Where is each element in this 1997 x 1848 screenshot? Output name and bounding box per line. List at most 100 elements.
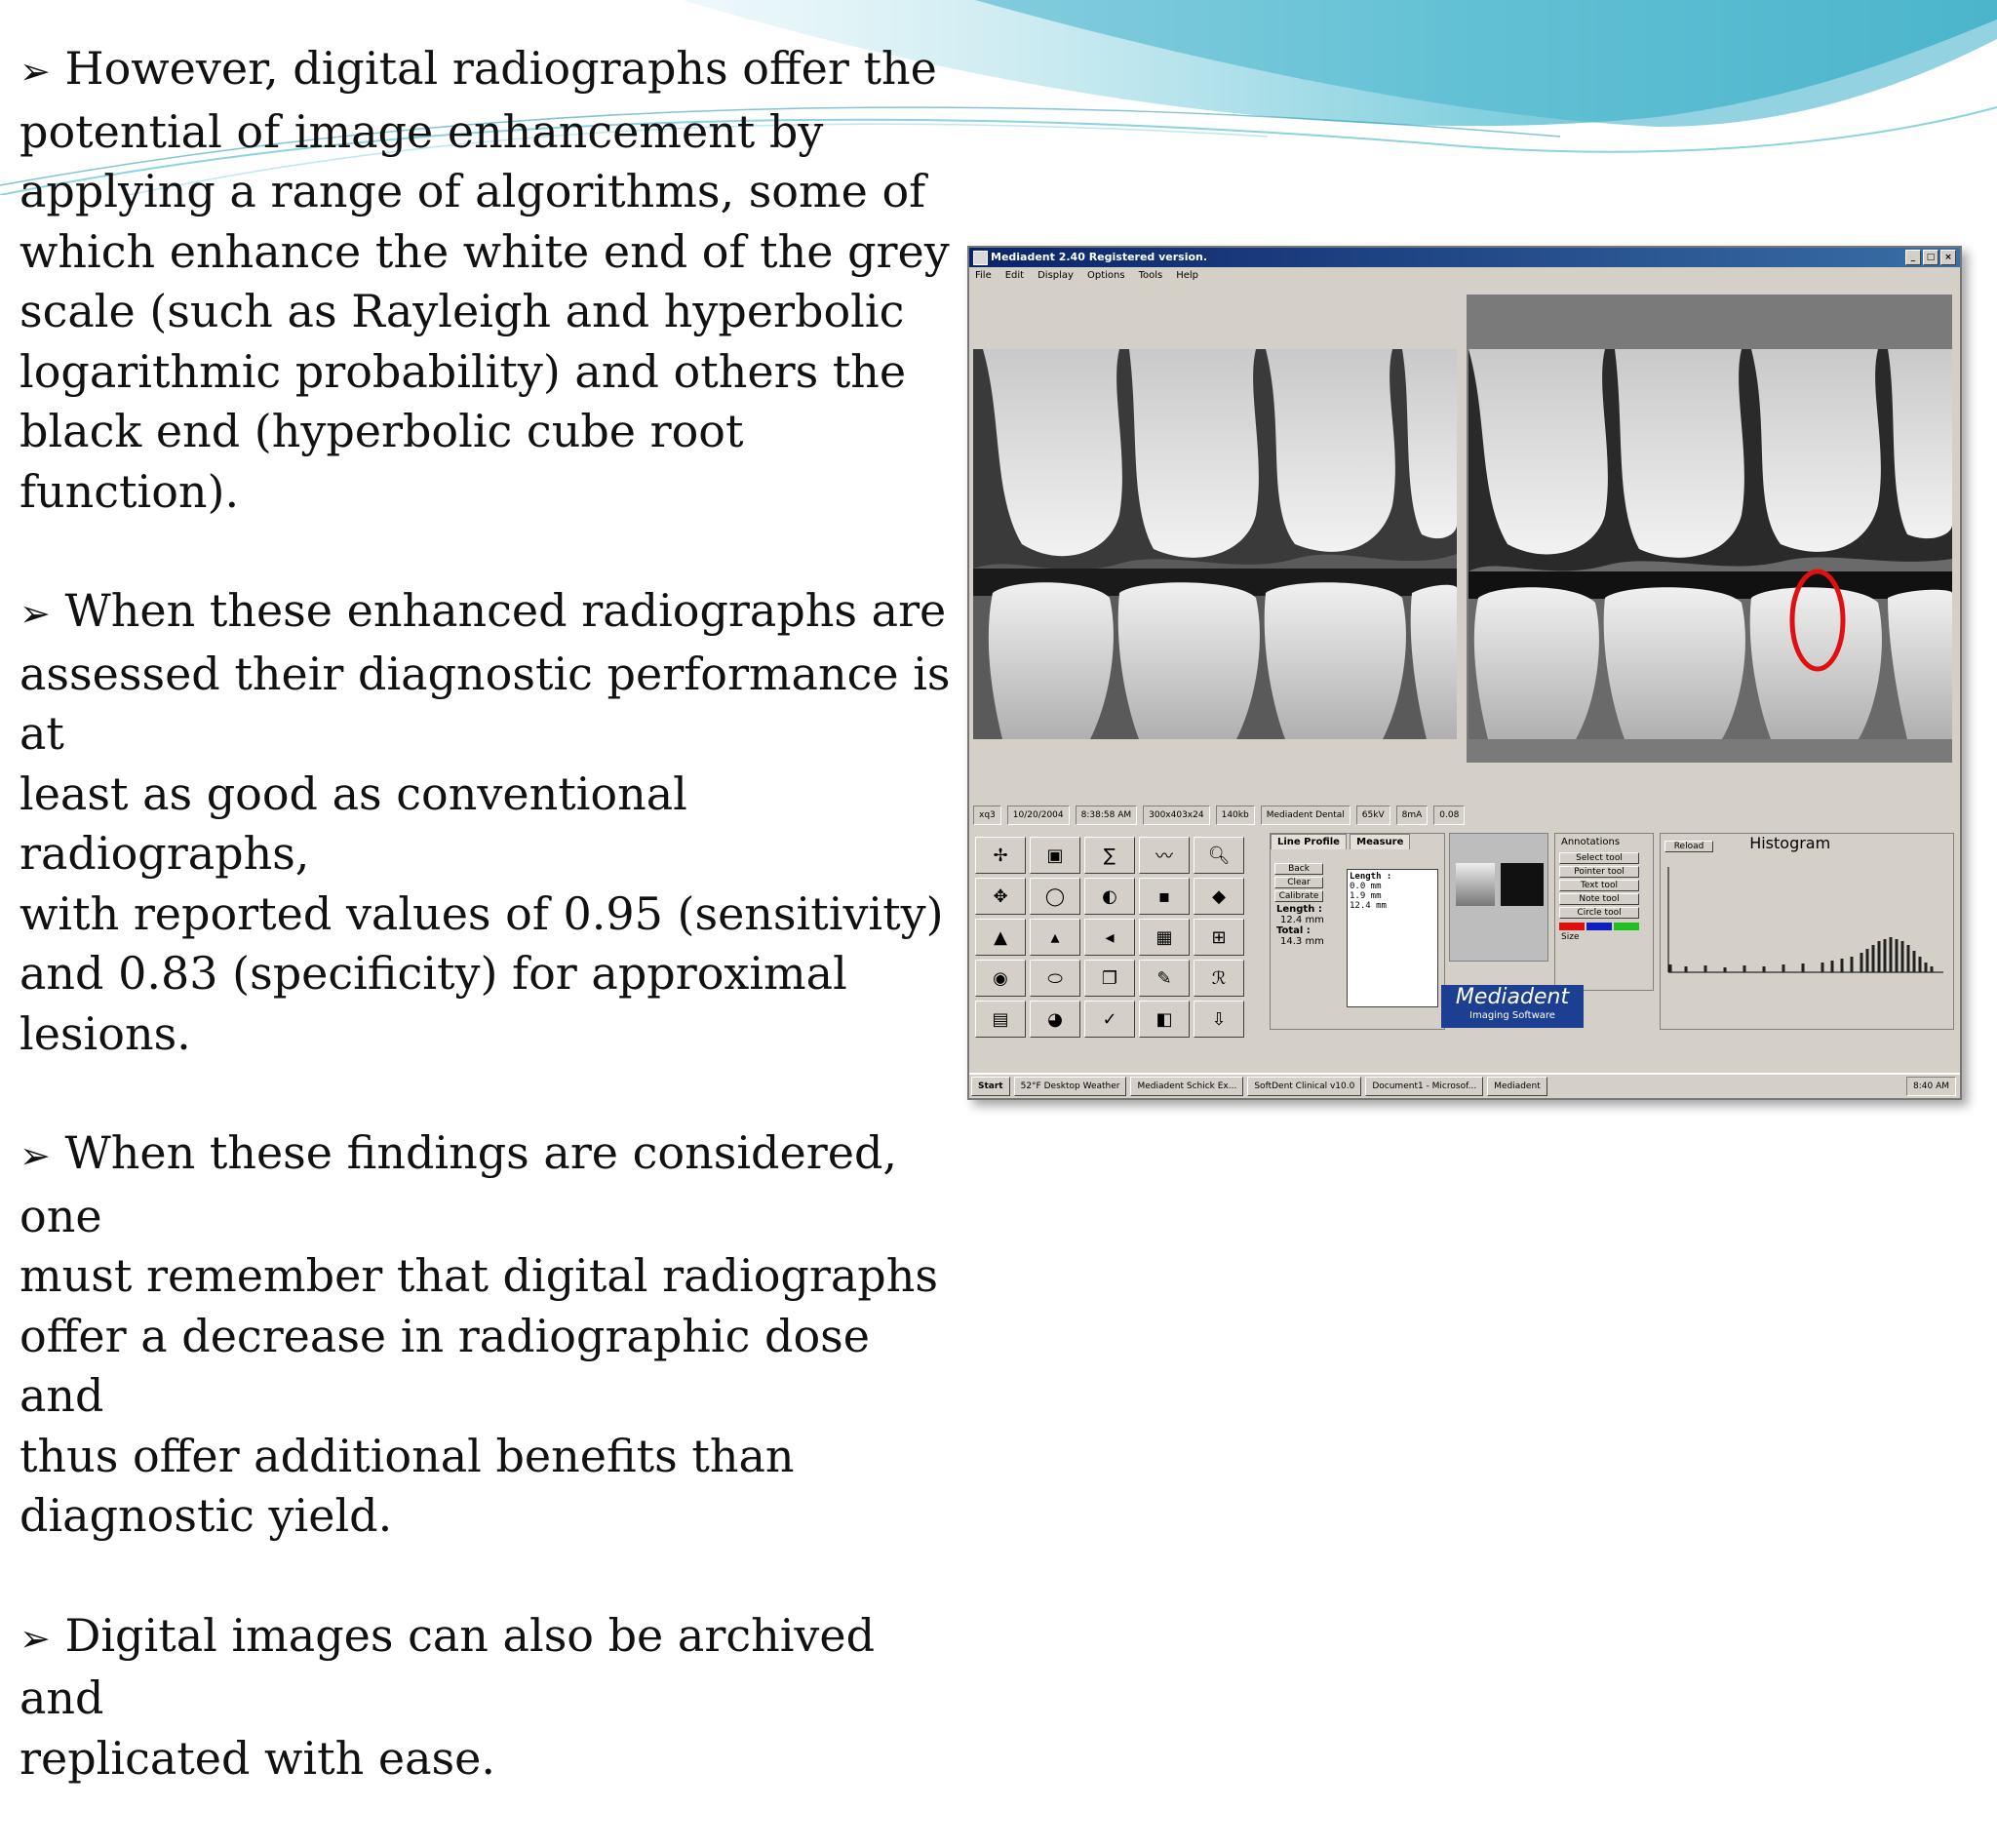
tool-icon[interactable]: ℛ xyxy=(1194,960,1244,997)
taskbar-clock: 8:40 AM xyxy=(1906,1077,1956,1096)
bullet-text: Digital images can also be archived and … xyxy=(20,1608,876,1785)
status-date: 10/20/2004 xyxy=(1006,806,1070,825)
tool-icon[interactable]: ✎ xyxy=(1139,960,1190,997)
tool-icon[interactable]: ▴ xyxy=(1030,919,1080,956)
tool-icon[interactable]: ◯ xyxy=(1030,878,1080,915)
original-radiograph xyxy=(973,349,1457,739)
tool-icon[interactable]: ▣ xyxy=(1030,837,1080,874)
bullet-text: When these enhanced radiographs are asse… xyxy=(20,584,951,1060)
tool-icon[interactable]: ▲ xyxy=(975,919,1026,956)
tool-icon[interactable]: ⇩ xyxy=(1194,1001,1244,1038)
taskbar-item[interactable]: SoftDent Clinical v10.0 xyxy=(1247,1077,1362,1096)
measurement-row: 12.4 mm xyxy=(1350,901,1387,911)
bullet-archiving: ➢ Digital images can also be archived an… xyxy=(20,1606,956,1789)
measurement-row: 0.0 mm xyxy=(1350,882,1382,891)
bullet-list: ➢ However, digital radiographs offer the… xyxy=(20,39,956,1848)
status-time: 8:38:58 AM xyxy=(1075,806,1138,825)
menu-display[interactable]: Display xyxy=(1038,267,1074,285)
measure-panel: Line Profile Measure Back Clear Calibrat… xyxy=(1270,833,1445,1030)
tool-icon[interactable]: ◐ xyxy=(1084,878,1135,915)
app-icon xyxy=(973,251,988,265)
image-status-bar: xq3 10/20/2004 8:38:58 AM 300x403x24 140… xyxy=(973,806,1952,825)
tool-icon[interactable]: ✥ xyxy=(975,878,1026,915)
check-icon[interactable]: ✓ xyxy=(1084,1001,1135,1038)
annotations-panel: Annotations Select tool Pointer tool Tex… xyxy=(1554,833,1654,991)
tool-icon[interactable]: ❐ xyxy=(1084,960,1135,997)
tool-icon[interactable]: ◆ xyxy=(1194,878,1244,915)
minimize-icon[interactable]: _ xyxy=(1905,250,1921,265)
menu-edit[interactable]: Edit xyxy=(1005,267,1024,285)
annotations-title: Annotations xyxy=(1561,837,1621,847)
maximize-icon[interactable]: □ xyxy=(1923,250,1938,265)
tool-icon[interactable]: ⊞ xyxy=(1194,919,1244,956)
thumbnail-image xyxy=(1456,863,1495,906)
windows-taskbar: Start 52°F Desktop Weather Mediadent Sch… xyxy=(969,1073,1960,1098)
thumbnail-image xyxy=(1501,863,1544,906)
histogram-panel: Reload Histogram xyxy=(1660,833,1954,1030)
tool-icon[interactable]: ◧ xyxy=(1139,1001,1190,1038)
menu-help[interactable]: Help xyxy=(1176,267,1198,285)
back-button[interactable]: Back xyxy=(1274,863,1323,875)
tool-icon[interactable]: 〰 xyxy=(1139,837,1190,874)
enhanced-radiograph xyxy=(1468,349,1952,739)
status-kv: 65kV xyxy=(1355,806,1390,825)
status-filesize: 140kb xyxy=(1215,806,1255,825)
menu-options[interactable]: Options xyxy=(1087,267,1125,285)
bullet-diagnostic-performance: ➢ When these enhanced radiographs are as… xyxy=(20,581,956,1064)
taskbar-item[interactable]: Mediadent Schick Ex... xyxy=(1130,1077,1244,1096)
tab-measure[interactable]: Measure xyxy=(1350,834,1411,849)
start-button[interactable]: Start xyxy=(971,1077,1010,1096)
arrow-bullet-icon: ➢ xyxy=(20,592,51,635)
text-tool-button[interactable]: Text tool xyxy=(1559,880,1639,891)
status-ma: 8mA xyxy=(1395,806,1429,825)
tab-line-profile[interactable]: Line Profile xyxy=(1271,834,1347,849)
taskbar-item[interactable]: 52°F Desktop Weather xyxy=(1013,1077,1127,1096)
bullet-enhancement: ➢ However, digital radiographs offer the… xyxy=(20,39,956,522)
status-device: Mediadent Dental xyxy=(1260,806,1351,825)
close-icon[interactable]: × xyxy=(1940,250,1956,265)
measurement-header: Length : xyxy=(1350,872,1392,882)
tool-palette: ✢ ▣ ∑ 〰 🔍︎ ✥ ◯ ◐ ▪ ◆ ▲ ▴ ◂ ▦ ⊞ ◉ ⬭ ❐ ✎ ℛ… xyxy=(975,837,1244,1038)
bullet-text: When these findings are considered, one … xyxy=(20,1126,938,1542)
red-swatch[interactable] xyxy=(1559,923,1585,930)
menu-file[interactable]: File xyxy=(975,267,992,285)
tool-icon[interactable]: ◕ xyxy=(1030,1001,1080,1038)
size-label: Size xyxy=(1561,932,1580,942)
window-controls: _ □ × xyxy=(1905,250,1956,265)
tool-icon[interactable]: ◉ xyxy=(975,960,1026,997)
status-dimensions: 300x403x24 xyxy=(1143,806,1210,825)
taskbar-item[interactable]: Mediadent xyxy=(1487,1077,1547,1096)
circle-tool-button[interactable]: Circle tool xyxy=(1559,907,1639,919)
logo-name: Mediadent xyxy=(1455,985,1570,1009)
clear-button[interactable]: Clear xyxy=(1274,877,1323,888)
measurement-list: Length : 0.0 mm 1.9 mm 12.4 mm xyxy=(1347,869,1438,1007)
status-filename: xq3 xyxy=(973,806,1001,825)
tool-icon[interactable]: ∑ xyxy=(1084,837,1135,874)
zoom-icon[interactable]: 🔍︎ xyxy=(1194,837,1244,874)
tool-icon[interactable]: ▦ xyxy=(1139,919,1190,956)
mediadent-logo: Mediadent Imaging Software xyxy=(1441,985,1584,1028)
mediadent-screenshot: Mediadent 2.40 Registered version. _ □ ×… xyxy=(967,246,1962,1100)
tool-icon[interactable]: ◂ xyxy=(1084,919,1135,956)
note-tool-button[interactable]: Note tool xyxy=(1559,893,1639,905)
reload-button[interactable]: Reload xyxy=(1664,841,1713,852)
taskbar-item[interactable]: Document1 - Microsof... xyxy=(1365,1077,1484,1096)
tool-icon[interactable]: ⬭ xyxy=(1030,960,1080,997)
color-swatches xyxy=(1555,921,1653,932)
green-swatch[interactable] xyxy=(1614,923,1639,930)
histogram-title: Histogram xyxy=(1749,834,1831,852)
select-tool-button[interactable]: Select tool xyxy=(1559,852,1639,864)
arrow-bullet-icon: ➢ xyxy=(20,50,51,93)
bullet-text: However, digital radiographs offer the p… xyxy=(20,42,950,518)
calibrate-button[interactable]: Calibrate xyxy=(1274,890,1323,902)
pointer-tool-button[interactable]: Pointer tool xyxy=(1559,866,1639,878)
blue-swatch[interactable] xyxy=(1586,923,1612,930)
menu-tools[interactable]: Tools xyxy=(1139,267,1163,285)
tool-icon[interactable]: ▤ xyxy=(975,1001,1026,1038)
save-icon[interactable]: ▪ xyxy=(1139,878,1190,915)
app-titlebar: Mediadent 2.40 Registered version. _ □ × xyxy=(969,248,1960,267)
arrow-bullet-icon: ➢ xyxy=(20,1134,51,1177)
tool-icon[interactable]: ✢ xyxy=(975,837,1026,874)
menu-bar: File Edit Display Options Tools Help xyxy=(969,267,1960,285)
status-exposure: 0.08 xyxy=(1433,806,1466,825)
